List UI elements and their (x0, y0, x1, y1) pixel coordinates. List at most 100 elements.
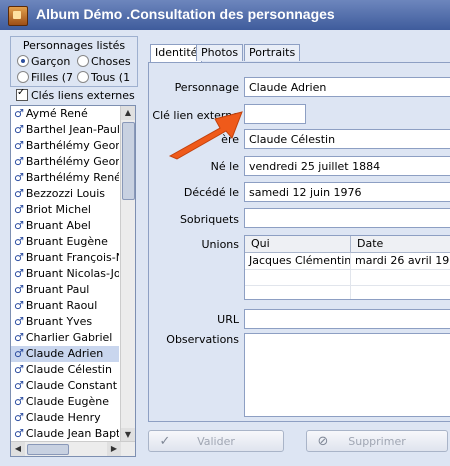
list-item[interactable]: ♂ Claude Célestin (11, 362, 119, 378)
list-item[interactable]: ♂ Bezzozzi Louis (11, 186, 119, 202)
union-qui-cell: Jacques Clémentine (245, 253, 351, 269)
person-name: Barthélémy Georg (25, 155, 119, 168)
tab-portraits[interactable]: Portraits (244, 44, 301, 61)
scroll-right-icon[interactable]: ▶ (107, 442, 121, 456)
list-item[interactable]: ♂ Barthélémy Georg (11, 138, 119, 154)
list-item[interactable]: ♂ Barthélémy René (11, 170, 119, 186)
table-row[interactable]: Jacques Clémentine mardi 26 avril 1910 (245, 253, 450, 270)
radio-dot-icon (77, 71, 89, 83)
male-icon: ♂ (14, 283, 24, 296)
tab-photos[interactable]: Photos (196, 44, 244, 61)
decede-label: Décédé le (183, 186, 239, 199)
url-label: URL (217, 313, 239, 326)
male-icon: ♂ (14, 171, 24, 184)
male-icon: ♂ (14, 267, 24, 280)
list-item[interactable]: ♂ Bruant Raoul (11, 298, 119, 314)
list-item[interactable]: ♂ Aymé René (11, 106, 119, 122)
union-date-cell: mardi 26 avril 1910 (351, 253, 450, 269)
grid-header-date[interactable]: Date (351, 236, 450, 252)
list-item[interactable]: ♂ Barthel Jean-Paul (11, 122, 119, 138)
personnage-field[interactable]: Claude Adrien (244, 77, 450, 97)
person-name: Briot Michel (25, 203, 91, 216)
male-icon: ♂ (14, 219, 24, 232)
person-name: Claude Henry (25, 411, 101, 424)
person-name: Claude Célestin (25, 363, 112, 376)
scroll-up-icon[interactable]: ▲ (121, 106, 135, 120)
list-vertical-scrollbar[interactable]: ▲ ▼ (120, 106, 135, 442)
list-horizontal-scrollbar[interactable]: ◀ ▶ (11, 441, 135, 456)
male-icon: ♂ (14, 331, 24, 344)
radio-filles[interactable]: Filles (7 (17, 71, 77, 84)
male-icon: ♂ (14, 347, 24, 360)
person-name: Barthel Jean-Paul (25, 123, 119, 136)
radio-garcon[interactable]: Garçon (17, 55, 77, 68)
list-item[interactable]: ♂ Bruant Paul (11, 282, 119, 298)
list-item[interactable]: ♂ Briot Michel (11, 202, 119, 218)
male-icon: ♂ (14, 379, 24, 392)
external-keys-checkbox[interactable]: Clés liens externes v (16, 89, 136, 102)
list-item[interactable]: ♂ Claude Jean Baptis (11, 426, 119, 442)
radio-dot-icon (17, 71, 29, 83)
ne-label: Né le (210, 160, 239, 173)
hscroll-thumb[interactable] (27, 444, 69, 455)
app-window: Album Démo .Consultation des personnages… (0, 0, 450, 466)
male-icon: ♂ (14, 123, 24, 136)
radio-tous[interactable]: Tous (1 (77, 71, 137, 84)
observations-field[interactable] (244, 333, 450, 417)
pointer-arrow-icon (168, 111, 243, 160)
cle-lien-field[interactable] (244, 104, 306, 124)
unions-grid[interactable]: Qui Date Jacques Clémentine mardi 26 avr… (244, 235, 450, 300)
url-field[interactable] (244, 309, 450, 329)
person-name: Bruant Paul (25, 283, 90, 296)
grid-header-qui[interactable]: Qui (245, 236, 351, 252)
person-name: Bruant Yves (25, 315, 93, 328)
pere-field[interactable]: Claude Célestin (244, 129, 450, 149)
group-title: Personnages listés (22, 39, 126, 52)
person-name: Claude Constant (25, 379, 118, 392)
table-row[interactable] (245, 285, 450, 299)
person-name: Bezzozzi Louis (25, 187, 105, 200)
scroll-down-icon[interactable]: ▼ (121, 428, 135, 442)
male-icon: ♂ (14, 395, 24, 408)
radio-choses[interactable]: Choses (77, 55, 137, 68)
person-name: Charlier Gabriel (25, 331, 113, 344)
list-item[interactable]: ♂ Claude Constant (11, 378, 119, 394)
table-row[interactable] (245, 269, 450, 286)
list-item[interactable]: ♂ Bruant Yves (11, 314, 119, 330)
sobriquets-label: Sobriquets (179, 213, 239, 226)
list-item[interactable]: ♂ Claude Henry (11, 410, 119, 426)
scroll-thumb[interactable] (122, 122, 135, 200)
personnage-label: Personnage (174, 81, 239, 94)
male-icon: ♂ (14, 203, 24, 216)
person-name: Bruant Raoul (25, 299, 98, 312)
app-icon (8, 6, 28, 26)
persons-listbox[interactable]: ♂ Aymé René ♂ Barthel Jean-Paul ♂ Barthélémy … (10, 105, 136, 457)
scroll-left-icon[interactable]: ◀ (11, 442, 25, 456)
list-item[interactable]: ♂ Bruant Abel (11, 218, 119, 234)
person-name: Bruant François-N (25, 251, 119, 264)
list-item[interactable]: ♂ Bruant Nicolas-Jos (11, 266, 119, 282)
title-bar[interactable]: Album Démo .Consultation des personnages (0, 0, 450, 30)
tab-identite[interactable]: Identité (150, 44, 203, 62)
sobriquets-field[interactable] (244, 208, 450, 228)
unions-label: Unions (201, 238, 239, 251)
list-item[interactable]: ♂ Claude Eugène (11, 394, 119, 410)
list-item[interactable]: ♂ Bruant Eugène (11, 234, 119, 250)
person-name: Claude Adrien (25, 347, 104, 360)
list-item[interactable]: ♂ Bruant François-N (11, 250, 119, 266)
valider-button[interactable]: ✓ Valider (148, 430, 284, 452)
supprimer-button[interactable]: ⊘ Supprimer (306, 430, 448, 452)
male-icon: ♂ (14, 107, 24, 120)
union-qui-cell (245, 269, 351, 285)
person-name: Bruant Nicolas-Jos (25, 267, 119, 280)
list-item[interactable]: ♂ Claude Adrien (11, 346, 119, 362)
ne-field[interactable]: vendredi 25 juillet 1884 (244, 156, 450, 176)
decede-field[interactable]: samedi 12 juin 1976 (244, 182, 450, 202)
male-icon: ♂ (14, 187, 24, 200)
list-item[interactable]: ♂ Charlier Gabriel (11, 330, 119, 346)
male-icon: ♂ (14, 427, 24, 440)
person-name: Claude Jean Baptis (25, 427, 119, 440)
checkbox-icon (16, 89, 28, 101)
male-icon: ♂ (14, 155, 24, 168)
list-item[interactable]: ♂ Barthélémy Georg (11, 154, 119, 170)
